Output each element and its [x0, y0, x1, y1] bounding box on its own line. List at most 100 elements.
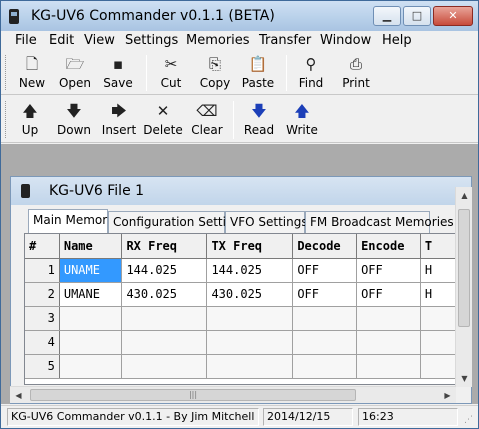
read-from-radio-icon: 🡇: [251, 102, 267, 120]
tab-fm-broadcast-memories[interactable]: FM Broadcast Memories: [305, 211, 454, 233]
tab-main-memories[interactable]: Main Memories: [28, 209, 124, 234]
column-header-tx-freq[interactable]: TX Freq: [206, 234, 294, 259]
column-header-t[interactable]: T: [420, 234, 457, 259]
menu-view[interactable]: View: [84, 33, 115, 48]
menu-file[interactable]: File: [15, 33, 37, 48]
column-header-decode[interactable]: Decode: [292, 234, 358, 259]
find-button[interactable]: ⚲ Find: [295, 54, 327, 90]
row-number[interactable]: 3: [25, 306, 60, 331]
name-cell[interactable]: UMANE: [59, 282, 123, 307]
clear-label: Clear: [191, 123, 223, 137]
tab-vfo-settings[interactable]: VFO Settings: [225, 211, 308, 233]
insert-button[interactable]: 🡆 Insert: [100, 101, 138, 137]
new-button[interactable]: 🗋 New: [15, 54, 49, 90]
open-button[interactable]: 🗁 Open: [56, 54, 94, 90]
down-button[interactable]: 🡇 Down: [55, 101, 93, 137]
menu-edit[interactable]: Edit: [49, 33, 74, 48]
name-cell[interactable]: [59, 330, 123, 355]
encode-cell[interactable]: [356, 354, 421, 379]
column-header-rx-freq[interactable]: RX Freq: [121, 234, 208, 259]
tx-freq-cell[interactable]: [206, 330, 294, 355]
status-date: 2014/12/15: [263, 408, 353, 426]
table-row: 3: [25, 306, 457, 331]
rx-freq-cell[interactable]: [121, 330, 208, 355]
delete-button[interactable]: ✕ Delete: [142, 101, 184, 137]
horizontal-scrollbar[interactable]: ◀ ||| ▶: [10, 386, 456, 403]
memory-grid[interactable]: # Name RX Freq TX Freq Decode Encode T 1…: [24, 233, 458, 385]
menu-settings[interactable]: Settings: [125, 33, 178, 48]
menu-help[interactable]: Help: [382, 33, 412, 48]
scroll-down-arrow-icon[interactable]: ▼: [456, 370, 473, 387]
row-number[interactable]: 1: [25, 258, 60, 283]
row-number[interactable]: 5: [25, 354, 60, 379]
toolbar-grip[interactable]: [5, 55, 8, 90]
tx-freq-cell[interactable]: 430.025: [206, 282, 294, 307]
name-cell[interactable]: UNAME: [59, 258, 123, 283]
paste-label: Paste: [241, 76, 275, 90]
scroll-left-arrow-icon[interactable]: ◀: [10, 387, 27, 404]
cut-button[interactable]: ✂ Cut: [156, 54, 186, 90]
encode-cell[interactable]: [356, 330, 421, 355]
table-row: 5: [25, 354, 457, 379]
menu-memories[interactable]: Memories: [186, 33, 250, 48]
menu-window[interactable]: Window: [320, 33, 371, 48]
decode-cell[interactable]: OFF: [292, 258, 358, 283]
document-title-bar[interactable]: KG-UV6 File 1: [11, 177, 471, 205]
radio-document-icon: [21, 184, 30, 198]
resize-grip-icon[interactable]: ⋰: [464, 414, 476, 426]
paste-button[interactable]: 📋 Paste: [239, 54, 277, 90]
scissors-icon: ✂: [164, 55, 178, 73]
maximize-button[interactable]: □: [403, 6, 431, 26]
read-button[interactable]: 🡇 Read: [241, 101, 277, 137]
decode-cell[interactable]: OFF: [292, 282, 358, 307]
column-header-name[interactable]: Name: [59, 234, 123, 259]
write-button[interactable]: 🡅 Write: [284, 101, 320, 137]
rx-freq-cell[interactable]: 144.025: [121, 258, 208, 283]
print-button[interactable]: ⎙ Print: [339, 54, 373, 90]
decode-cell[interactable]: [292, 354, 358, 379]
window-title: KG-UV6 Commander v0.1.1 (BETA): [31, 8, 275, 24]
rx-freq-cell[interactable]: [121, 306, 208, 331]
scroll-right-arrow-icon[interactable]: ▶: [439, 387, 456, 404]
horizontal-scroll-thumb[interactable]: |||: [30, 389, 356, 401]
minimize-button[interactable]: ▁: [373, 6, 401, 26]
vertical-scrollbar[interactable]: ▲ ▼: [455, 187, 472, 387]
row-number[interactable]: 4: [25, 330, 60, 355]
column-header-encode[interactable]: Encode: [356, 234, 421, 259]
t-cell[interactable]: [420, 306, 457, 331]
clear-button[interactable]: ⌫ Clear: [189, 101, 225, 137]
tx-freq-cell[interactable]: 144.025: [206, 258, 294, 283]
toolbar-grip[interactable]: [5, 101, 8, 138]
cut-label: Cut: [160, 76, 182, 90]
table-row: 1 UNAME 144.025 144.025 OFF OFF H: [25, 258, 457, 283]
column-header-number[interactable]: #: [25, 234, 60, 259]
menu-transfer[interactable]: Transfer: [259, 33, 311, 48]
t-cell[interactable]: H: [420, 282, 457, 307]
t-cell[interactable]: H: [420, 258, 457, 283]
copy-button[interactable]: ⎘ Copy: [197, 54, 233, 90]
tx-freq-cell[interactable]: [206, 306, 294, 331]
row-number[interactable]: 2: [25, 282, 60, 307]
name-cell[interactable]: [59, 354, 123, 379]
encode-cell[interactable]: OFF: [356, 282, 421, 307]
up-button[interactable]: 🡅 Up: [15, 101, 45, 137]
encode-cell[interactable]: [356, 306, 421, 331]
rx-freq-cell[interactable]: 430.025: [121, 282, 208, 307]
tx-freq-cell[interactable]: [206, 354, 294, 379]
save-button[interactable]: ▪ Save: [101, 54, 135, 90]
t-cell[interactable]: [420, 354, 457, 379]
decode-cell[interactable]: [292, 306, 358, 331]
tab-configuration-settings[interactable]: Configuration Settings: [108, 211, 247, 233]
scroll-up-arrow-icon[interactable]: ▲: [456, 187, 473, 204]
decode-cell[interactable]: [292, 330, 358, 355]
vertical-scroll-thumb[interactable]: [458, 209, 470, 327]
title-bar[interactable]: KG-UV6 Commander v0.1.1 (BETA) ▁ □ ✕: [1, 1, 478, 31]
table-row: 2 UMANE 430.025 430.025 OFF OFF H: [25, 282, 457, 307]
toolbar-separator: [286, 55, 287, 91]
rx-freq-cell[interactable]: [121, 354, 208, 379]
encode-cell[interactable]: OFF: [356, 258, 421, 283]
close-button[interactable]: ✕: [433, 6, 473, 26]
t-cell[interactable]: [420, 330, 457, 355]
name-cell[interactable]: [59, 306, 123, 331]
arrow-up-icon: 🡅: [22, 102, 38, 120]
